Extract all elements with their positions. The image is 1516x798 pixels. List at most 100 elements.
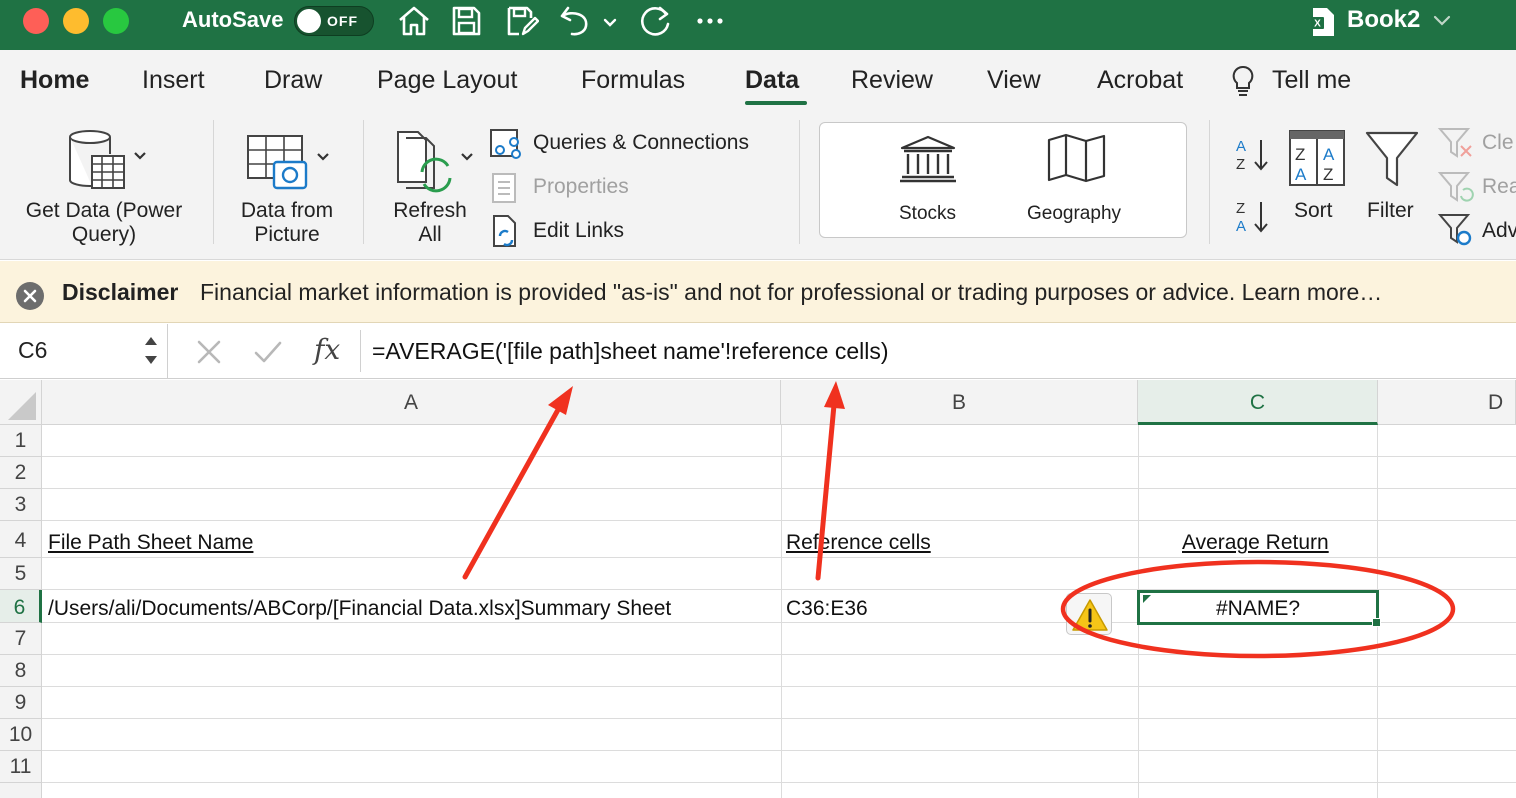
zoom-window-button[interactable] [103,8,129,34]
svg-text:Z: Z [1236,200,1245,217]
tell-me-search[interactable]: Tell me [1272,66,1351,95]
tab-page-layout[interactable]: Page Layout [377,66,517,95]
tab-home[interactable]: Home [20,66,89,95]
ribbon-separator [363,120,364,244]
reapply-label: Rea [1482,175,1516,198]
svg-text:A: A [1236,218,1246,235]
sort-label[interactable]: Sort [1294,199,1333,223]
error-options-button[interactable] [1066,593,1112,635]
save-as-icon[interactable] [503,4,539,38]
reapply-filter-icon [1437,172,1474,202]
confirm-formula-icon[interactable] [252,338,284,366]
edit-links-icon[interactable] [490,214,522,248]
data-from-picture-label[interactable]: Data from Picture [222,199,352,247]
properties-label: Properties [533,175,629,198]
cell-b4[interactable]: Reference cells [786,531,931,555]
select-all-corner[interactable] [0,380,42,425]
gridline [42,750,1516,751]
undo-dropdown-chevron-icon[interactable] [600,4,620,38]
row-header-4[interactable]: 4 [0,521,42,558]
tab-formulas[interactable]: Formulas [581,66,685,95]
data-from-picture-icon[interactable] [244,132,336,192]
svg-text:A: A [1295,165,1307,184]
name-box-value[interactable]: C6 [18,337,47,364]
undo-icon[interactable] [558,4,594,38]
gridline [42,557,1516,558]
queries-connections-icon[interactable] [488,128,524,160]
autosave-label: AutoSave [182,7,284,32]
row-header-1[interactable]: 1 [0,425,42,457]
advanced-filter-icon[interactable] [1437,212,1475,248]
sort-a-to-z-icon[interactable]: AZ [1233,136,1273,174]
insert-function-icon[interactable]: fx [314,333,340,366]
sort-icon[interactable]: ZAAZ [1287,128,1347,188]
save-icon[interactable] [448,4,484,38]
row-header-2[interactable]: 2 [0,457,42,489]
row-header-5[interactable]: 5 [0,558,42,590]
cell-b6[interactable]: C36:E36 [786,597,868,621]
autosave-toggle[interactable]: OFF [294,6,374,36]
cell-c6[interactable]: #NAME? [1138,597,1378,621]
gridline [781,425,782,798]
tab-view[interactable]: View [987,66,1041,95]
redo-icon[interactable] [638,4,674,38]
svg-text:Z: Z [1323,165,1333,184]
stocks-icon[interactable] [898,134,958,184]
cell-c4[interactable]: Average Return [1182,531,1329,555]
title-chevron-down-icon[interactable] [1432,12,1452,28]
row-header-11[interactable]: 11 [0,751,42,783]
svg-text:A: A [1323,145,1335,164]
name-box-stepper-icon[interactable] [142,332,160,370]
column-header-d[interactable]: D [1378,380,1516,425]
geography-label[interactable]: Geography [1027,203,1121,225]
gridline [42,718,1516,719]
row-header-3[interactable]: 3 [0,489,42,521]
clear-label: Cle [1482,131,1514,154]
row-header-7[interactable]: 7 [0,623,42,655]
formula-input[interactable]: =AVERAGE('[file path]sheet name'!referen… [372,338,889,365]
tab-review[interactable]: Review [851,66,933,95]
close-window-button[interactable] [23,8,49,34]
row-header-10[interactable]: 10 [0,719,42,751]
clear-filter-icon [1437,128,1472,158]
column-header-a[interactable]: A [42,380,781,425]
queries-connections-label[interactable]: Queries & Connections [533,131,749,155]
column-header-b[interactable]: B [781,380,1138,425]
tab-insert[interactable]: Insert [142,66,205,95]
cancel-formula-icon[interactable] [194,338,224,366]
dismiss-disclaimer-icon[interactable] [16,282,44,310]
workbook-title[interactable]: Book2 [1347,6,1420,34]
minimize-window-button[interactable] [63,8,89,34]
ribbon-separator [213,120,214,244]
get-data-icon[interactable] [64,128,156,192]
geography-icon[interactable] [1046,132,1108,184]
tab-draw[interactable]: Draw [264,66,322,95]
edit-links-label[interactable]: Edit Links [533,219,624,243]
column-header-c[interactable]: C [1138,380,1378,425]
lightbulb-icon [1232,65,1254,96]
svg-text:Z: Z [1236,156,1245,173]
filter-label[interactable]: Filter [1367,199,1414,223]
cell-a6[interactable]: /Users/ali/Documents/ABCorp/[Financial D… [48,597,671,621]
get-data-label[interactable]: Get Data (Power Query) [14,199,194,247]
fill-handle[interactable] [1372,618,1381,627]
refresh-all-label[interactable]: Refresh All [380,199,480,247]
row-header-9[interactable]: 9 [0,687,42,719]
more-options-icon[interactable] [692,4,728,38]
stocks-label[interactable]: Stocks [899,203,956,225]
sort-z-to-a-icon[interactable]: ZA [1233,198,1273,236]
refresh-all-icon[interactable] [392,128,478,194]
row-header-12[interactable] [0,783,42,798]
tab-acrobat[interactable]: Acrobat [1097,66,1183,95]
tab-data[interactable]: Data [745,66,799,95]
cell-a4[interactable]: File Path Sheet Name [48,531,253,555]
row-header-6[interactable]: 6 [0,590,42,623]
gridline [42,686,1516,687]
disclaimer-text[interactable]: Financial market information is provided… [200,279,1382,306]
row-header-8[interactable]: 8 [0,655,42,687]
advanced-label[interactable]: Adv [1482,219,1516,243]
svg-text:Z: Z [1295,145,1305,164]
filter-icon[interactable] [1364,130,1420,188]
home-icon[interactable] [396,4,432,38]
gridline [42,488,1516,489]
